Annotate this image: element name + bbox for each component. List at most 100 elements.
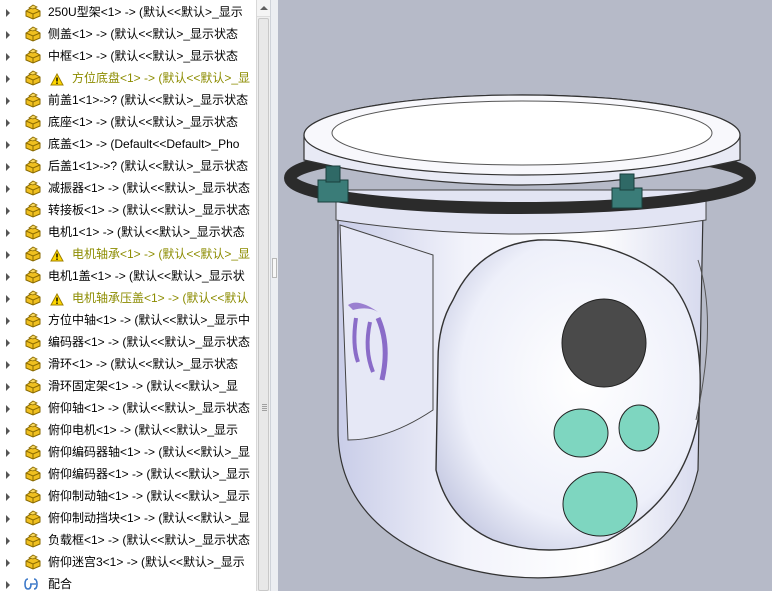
tree-item[interactable]: 底座<1> -> (默认<<默认>_显示状态: [0, 111, 256, 133]
tree-item[interactable]: 俯仰编码器轴<1> -> (默认<<默认>_显: [0, 441, 256, 463]
optic-window-right: [618, 404, 660, 452]
tree-item[interactable]: 滑环固定架<1> -> (默认<<默认>_显: [0, 375, 256, 397]
expander-arrow-icon[interactable]: [6, 405, 10, 413]
tree-item-label: 后盖1<1>->? (默认<<默认>_显示状态: [48, 159, 249, 173]
tree-item[interactable]: 后盖1<1>->? (默认<<默认>_显示状态: [0, 155, 256, 177]
tree-item[interactable]: 减振器<1> -> (默认<<默认>_显示状态: [0, 177, 256, 199]
scroll-up-button[interactable]: [257, 0, 270, 17]
tree-item-label: 滑环<1> -> (默认<<默认>_显示状态: [48, 357, 239, 371]
tree-item[interactable]: 方位中轴<1> -> (默认<<默认>_显示中: [0, 309, 256, 331]
part-icon: [24, 378, 42, 394]
expander-arrow-icon[interactable]: [6, 339, 10, 347]
panel-splitter[interactable]: [270, 0, 278, 591]
tree-item[interactable]: 俯仰电机<1> -> (默认<<默认>_显示: [0, 419, 256, 441]
tree-item[interactable]: 方位底盘<1> -> (默认<<默认>_显: [0, 67, 256, 89]
part-icon: [24, 554, 42, 570]
expander-arrow-icon[interactable]: [6, 449, 10, 457]
scroll-thumb[interactable]: [258, 18, 269, 591]
part-icon: [24, 158, 42, 174]
expander-arrow-icon[interactable]: [6, 361, 10, 369]
tree-item-label: 俯仰迷宫3<1> -> (默认<<默认>_显示: [48, 555, 245, 569]
expander-arrow-icon[interactable]: [6, 185, 10, 193]
part-icon: [24, 312, 42, 328]
tree-item-label: 俯仰编码器轴<1> -> (默认<<默认>_显: [48, 445, 251, 459]
expander-arrow-icon[interactable]: [6, 295, 10, 303]
tree-item[interactable]: 转接板<1> -> (默认<<默认>_显示状态: [0, 199, 256, 221]
part-icon: [24, 202, 42, 218]
part-icon: [24, 356, 42, 372]
expander-arrow-icon[interactable]: [6, 493, 10, 501]
expander-arrow-icon[interactable]: [6, 97, 10, 105]
tree-item[interactable]: 电机轴承<1> -> (默认<<默认>_显: [0, 243, 256, 265]
expander-arrow-icon[interactable]: [6, 141, 10, 149]
tree-item[interactable]: 侧盖<1> -> (默认<<默认>_显示状态: [0, 23, 256, 45]
tree-item[interactable]: 负载框<1> -> (默认<<默认>_显示状态: [0, 529, 256, 551]
tree-item-label: 俯仰轴<1> -> (默认<<默认>_显示状态: [48, 401, 251, 415]
tree-item[interactable]: 电机1盖<1> -> (默认<<默认>_显示状: [0, 265, 256, 287]
tree-item[interactable]: 250U型架<1> -> (默认<<默认>_显示: [0, 1, 256, 23]
part-icon: [24, 26, 42, 42]
expander-arrow-icon[interactable]: [6, 383, 10, 391]
warning-icon: [50, 291, 64, 306]
tree-item-label: 俯仰电机<1> -> (默认<<默认>_显示: [48, 423, 239, 437]
tree-item-label: 电机1<1> -> (默认<<默认>_显示状态: [48, 225, 245, 239]
tree-item[interactable]: 俯仰迷宫3<1> -> (默认<<默认>_显示: [0, 551, 256, 573]
expander-arrow-icon[interactable]: [6, 229, 10, 237]
tree-vertical-scrollbar[interactable]: [256, 0, 270, 591]
tree-item-label: 电机1盖<1> -> (默认<<默认>_显示状: [48, 269, 245, 283]
splitter-handle[interactable]: [272, 258, 277, 278]
scroll-grip-icon: [262, 404, 267, 405]
tree-item[interactable]: 编码器<1> -> (默认<<默认>_显示状态: [0, 331, 256, 353]
expander-arrow-icon[interactable]: [6, 537, 10, 545]
expander-arrow-icon[interactable]: [6, 559, 10, 567]
tree-item[interactable]: 俯仰编码器<1> -> (默认<<默认>_显示: [0, 463, 256, 485]
expander-arrow-icon[interactable]: [6, 515, 10, 523]
graphics-viewport[interactable]: [278, 0, 772, 591]
expander-arrow-icon[interactable]: [6, 53, 10, 61]
part-icon: [24, 92, 42, 108]
expander-arrow-icon[interactable]: [6, 427, 10, 435]
expander-arrow-icon[interactable]: [6, 251, 10, 259]
expander-arrow-icon[interactable]: [6, 471, 10, 479]
part-icon: [24, 224, 42, 240]
expander-arrow-icon[interactable]: [6, 273, 10, 281]
tree-item[interactable]: 中框<1> -> (默认<<默认>_显示状态: [0, 45, 256, 67]
part-icon: [24, 488, 42, 504]
gimbal-assembly-model[interactable]: [278, 0, 772, 591]
tree-item-label: 俯仰制动轴<1> -> (默认<<默认>_显示: [48, 489, 251, 503]
feature-tree: 250U型架<1> -> (默认<<默认>_显示侧盖<1> -> (默认<<默认…: [0, 0, 256, 591]
part-icon: [24, 444, 42, 460]
tree-item[interactable]: 俯仰制动挡块<1> -> (默认<<默认>_显: [0, 507, 256, 529]
tree-item[interactable]: 滑环<1> -> (默认<<默认>_显示状态: [0, 353, 256, 375]
expander-arrow-icon[interactable]: [6, 207, 10, 215]
part-icon: [24, 466, 42, 482]
tree-item-label: 前盖1<1>->? (默认<<默认>_显示状态: [48, 93, 249, 107]
tree-item-label: 滑环固定架<1> -> (默认<<默认>_显: [48, 379, 239, 393]
mates-icon: [24, 576, 42, 591]
expander-arrow-icon[interactable]: [6, 119, 10, 127]
tree-item[interactable]: 底盖<1> -> (Default<<Default>_Pho: [0, 133, 256, 155]
tree-item-label: 负载框<1> -> (默认<<默认>_显示状态: [48, 533, 251, 547]
tree-item[interactable]: 俯仰制动轴<1> -> (默认<<默认>_显示: [0, 485, 256, 507]
tree-item-label: 250U型架<1> -> (默认<<默认>_显示: [48, 5, 243, 19]
expander-arrow-icon[interactable]: [6, 31, 10, 39]
part-icon: [24, 246, 42, 262]
tree-item-label: 电机轴承<1> -> (默认<<默认>_显: [72, 247, 251, 261]
damper-left: [317, 165, 349, 203]
tree-item[interactable]: 电机轴承压盖<1> -> (默认<<默认: [0, 287, 256, 309]
tree-item-label: 底座<1> -> (默认<<默认>_显示状态: [48, 115, 239, 129]
tree-item[interactable]: 前盖1<1>->? (默认<<默认>_显示状态: [0, 89, 256, 111]
part-icon: [24, 290, 42, 306]
expander-arrow-icon[interactable]: [6, 317, 10, 325]
tree-item-mates[interactable]: 配合: [0, 573, 256, 591]
expander-arrow-icon[interactable]: [6, 163, 10, 171]
part-icon: [24, 70, 42, 86]
part-icon: [24, 114, 42, 130]
tree-item[interactable]: 电机1<1> -> (默认<<默认>_显示状态: [0, 221, 256, 243]
expander-arrow-icon[interactable]: [6, 581, 10, 589]
expander-arrow-icon[interactable]: [6, 9, 10, 17]
tree-item[interactable]: 俯仰轴<1> -> (默认<<默认>_显示状态: [0, 397, 256, 419]
expander-arrow-icon[interactable]: [6, 75, 10, 83]
tree-item-label: 俯仰制动挡块<1> -> (默认<<默认>_显: [48, 511, 251, 525]
part-icon: [24, 4, 42, 20]
